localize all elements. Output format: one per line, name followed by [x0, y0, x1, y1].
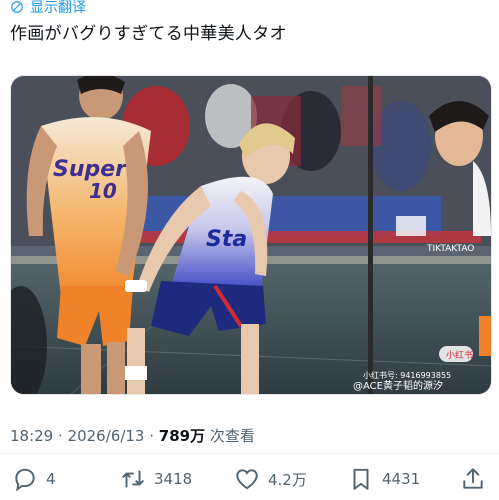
share-icon: [463, 468, 483, 489]
watermark-badge: 小红书: [446, 349, 473, 361]
tweet-media-image[interactable]: Super 10 Sta TIKTAKTAO 小红书 小红书号: 9416993…: [10, 75, 492, 395]
tweet-date[interactable]: 2026/6/13: [68, 427, 145, 445]
like-button[interactable]: 4.2万: [234, 462, 307, 496]
watermark-handle: @ACE黄子韬的源汐: [353, 379, 443, 392]
heart-icon: [236, 469, 258, 490]
globe-icon: [11, 1, 23, 13]
jersey-center-text: Sta: [206, 227, 247, 252]
tweet-meta: 18:29 · 2026/6/13 · 789万 次查看: [10, 425, 255, 446]
meta-separator: ·: [144, 427, 159, 445]
tweet-action-bar: 4 3418 4.2万 4431: [0, 462, 499, 496]
watermark-tiktaktao: TIKTAKTAO: [426, 244, 474, 254]
divider: [0, 453, 499, 454]
reply-icon: [15, 468, 35, 492]
retweet-icon: [122, 470, 144, 488]
bookmark-button[interactable]: 4431: [348, 462, 420, 496]
tweet-time[interactable]: 18:29: [10, 427, 53, 445]
like-count: 4.2万: [268, 470, 307, 489]
jersey-left-number: 10: [89, 179, 117, 203]
bookmark-icon: [353, 468, 369, 490]
watermark-id: 小红书号: 9416993855: [363, 370, 451, 380]
bookmark-count: 4431: [382, 470, 421, 488]
show-translation-label: 显示翻译: [30, 0, 86, 16]
views-count: 789万: [158, 427, 206, 445]
views-label: 次查看: [205, 427, 255, 445]
retweet-count: 3418: [154, 470, 193, 488]
share-button[interactable]: [460, 462, 486, 496]
meta-separator: ·: [53, 427, 68, 445]
retweet-button[interactable]: 3418: [120, 462, 192, 496]
reply-count: 4: [46, 470, 56, 488]
reply-button[interactable]: 4: [12, 462, 56, 496]
show-translation-link[interactable]: 显示翻译: [10, 0, 86, 17]
tweet-text: 作画がバグりすぎてる中華美人タオ: [10, 24, 287, 44]
